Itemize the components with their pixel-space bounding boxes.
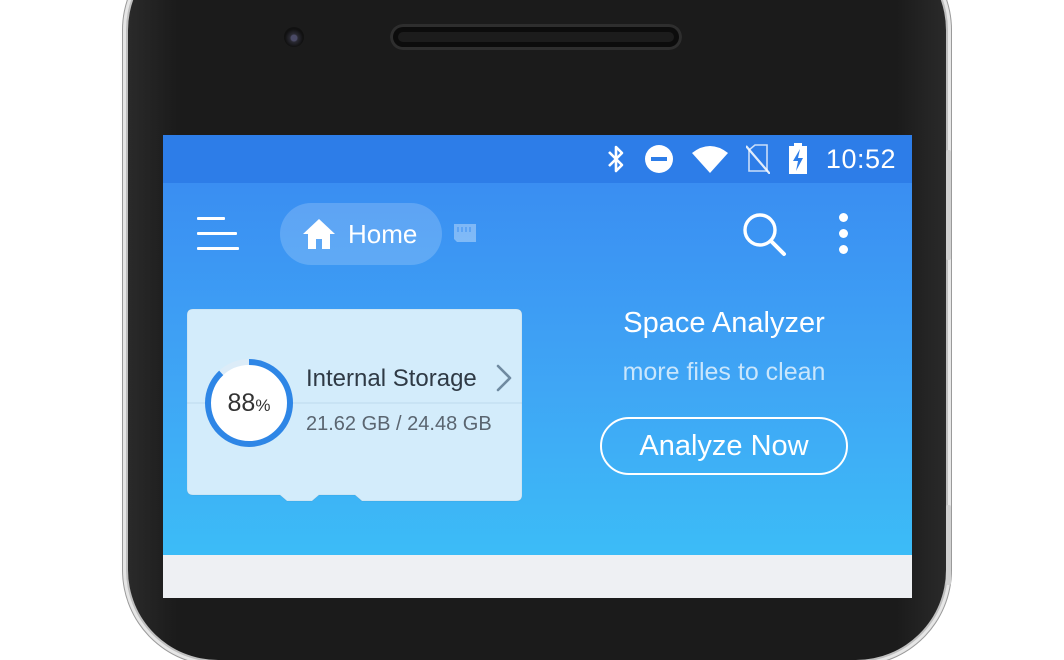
no-sim-icon (745, 144, 770, 174)
analyze-now-button[interactable]: Analyze Now (600, 417, 848, 475)
search-button[interactable] (741, 211, 787, 257)
home-icon (303, 219, 335, 249)
sd-card-icon[interactable] (453, 223, 477, 243)
usage-percent: 88 (227, 388, 256, 417)
storage-size: 21.62 GB / 24.48 GB (306, 413, 492, 435)
space-analyzer-title: Space Analyzer (623, 307, 825, 339)
volume-button (946, 505, 951, 585)
earpiece-speaker (390, 24, 682, 50)
storage-title: Internal Storage (306, 365, 477, 392)
space-analyzer-subtitle: more files to clean (622, 358, 826, 386)
more-vertical-icon[interactable] (831, 209, 855, 259)
internal-storage-card[interactable]: 88 % Internal Storage 21.62 GB / 24.48 G… (187, 309, 522, 505)
home-breadcrumb-button[interactable]: Home (280, 203, 442, 265)
wifi-icon (691, 146, 728, 173)
space-analyzer-panel: Space Analyzer more files to clean Analy… (575, 307, 873, 475)
header-banner: Home 88 % Internal Storage 21.62 GB / 24… (163, 183, 912, 555)
battery-charging-icon (788, 143, 807, 174)
chevron-right-icon (496, 364, 512, 392)
hamburger-menu-icon[interactable] (197, 215, 243, 253)
status-time: 10:52 (825, 143, 896, 174)
percent-sign: % (255, 396, 271, 415)
home-label: Home (348, 218, 418, 249)
status-bar: 10:52 (163, 135, 912, 183)
search-icon (743, 213, 786, 256)
power-button (946, 150, 951, 260)
do-not-disturb-icon (644, 145, 673, 173)
usage-ring: 88 % (201, 355, 297, 451)
front-camera (284, 27, 304, 47)
app-screen: 10:52 Home 88 % Internal Storage 21.62 G… (163, 135, 912, 598)
bluetooth-icon (608, 145, 624, 173)
toolbar: Home (163, 183, 912, 287)
content-area (163, 555, 912, 598)
